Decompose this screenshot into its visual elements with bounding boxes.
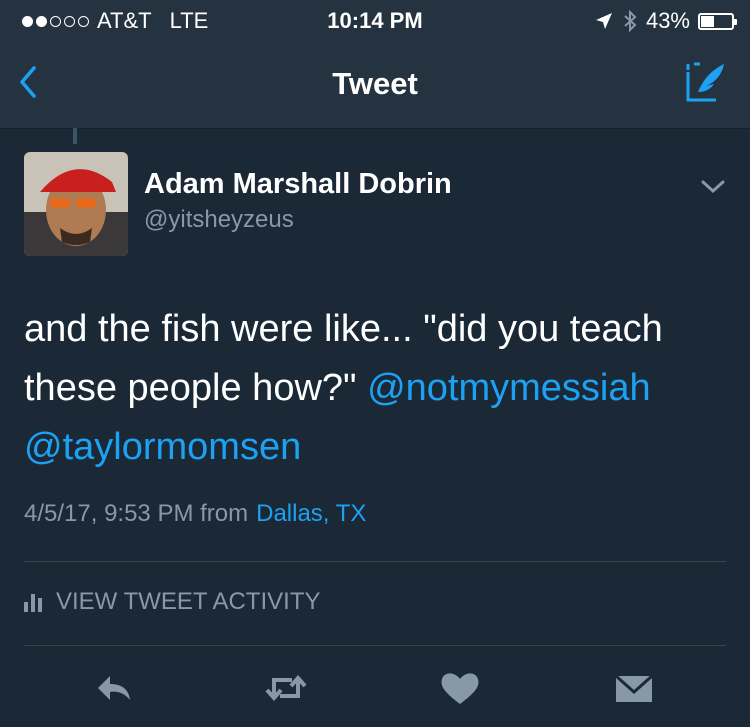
status-right: 43% [594,8,737,34]
retweet-icon[interactable] [264,668,308,708]
location-link[interactable]: Dallas, TX [256,500,366,527]
like-heart-icon[interactable] [438,668,482,708]
divider [24,645,726,646]
reply-icon[interactable] [92,668,136,708]
compose-tweet-icon[interactable] [684,60,728,104]
avatar[interactable] [24,152,128,256]
tweet-timestamp: 4/5/17, 9:53 PM from [24,500,249,527]
avatar-image [24,152,128,256]
mention-link[interactable]: @notmymessiah [367,367,651,409]
status-bar: AT&T LTE 10:14 PM 43% [0,0,750,40]
location-arrow-icon [595,13,612,29]
author-name[interactable]: Adam Marshall Dobrin [144,168,452,201]
view-tweet-activity[interactable]: VIEW TWEET ACTIVITY [24,588,320,616]
bluetooth-icon [624,9,637,33]
navigation-bar: Tweet [0,40,750,129]
chevron-down-icon[interactable] [700,178,726,196]
direct-message-icon[interactable] [612,668,656,708]
bar-chart-icon [24,592,42,612]
page-title: Tweet [332,66,418,101]
thread-connector [73,128,77,144]
author-handle[interactable]: @yitsheyzeus [144,206,294,234]
battery-percent: 43% [645,8,690,33]
tweet-text: and the fish were like... "did you teach… [24,300,724,477]
mention-link[interactable]: @taylormomsen [24,426,301,468]
divider [24,561,726,562]
tweet-meta: 4/5/17, 9:53 PM from Dallas, TX [24,500,366,528]
battery-icon [698,12,737,30]
activity-label: VIEW TWEET ACTIVITY [56,588,321,615]
